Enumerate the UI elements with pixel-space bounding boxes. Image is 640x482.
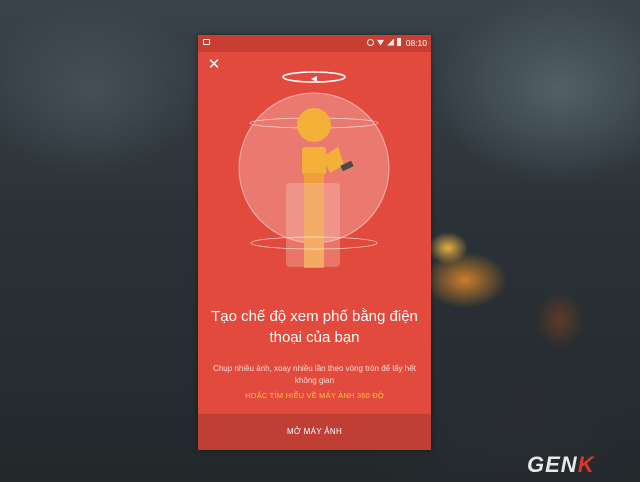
open-camera-button[interactable]: MỞ MÁY ẢNH bbox=[198, 414, 431, 450]
rotate-ring-icon bbox=[282, 71, 346, 83]
signal-icon bbox=[387, 38, 394, 46]
wifi-icon bbox=[377, 39, 384, 46]
notification-icon bbox=[203, 39, 210, 45]
photosphere-illustration bbox=[238, 71, 390, 268]
status-bar: 08:10 bbox=[198, 35, 431, 52]
intro-title: Tạo chế độ xem phố bằng điện thoại của b… bbox=[211, 308, 418, 346]
watermark-accent: K bbox=[577, 452, 595, 477]
battery-icon bbox=[397, 38, 401, 46]
phone-screen: 08:10 ✕ Tạo chế độ xem phố bằng điện tho… bbox=[198, 35, 431, 450]
status-time: 08:10 bbox=[405, 38, 427, 48]
watermark-prefix: GEN bbox=[527, 452, 578, 477]
learn-360-camera-link[interactable]: HOẶC TÌM HIỂU VỀ MÁY ẢNH 360 ĐỘ bbox=[208, 391, 421, 400]
intro-description: Chụp nhiều ảnh, xoay nhiều lần theo vòng… bbox=[213, 364, 416, 385]
alarm-icon bbox=[367, 38, 374, 46]
genk-watermark-logo: GENK bbox=[527, 452, 595, 478]
